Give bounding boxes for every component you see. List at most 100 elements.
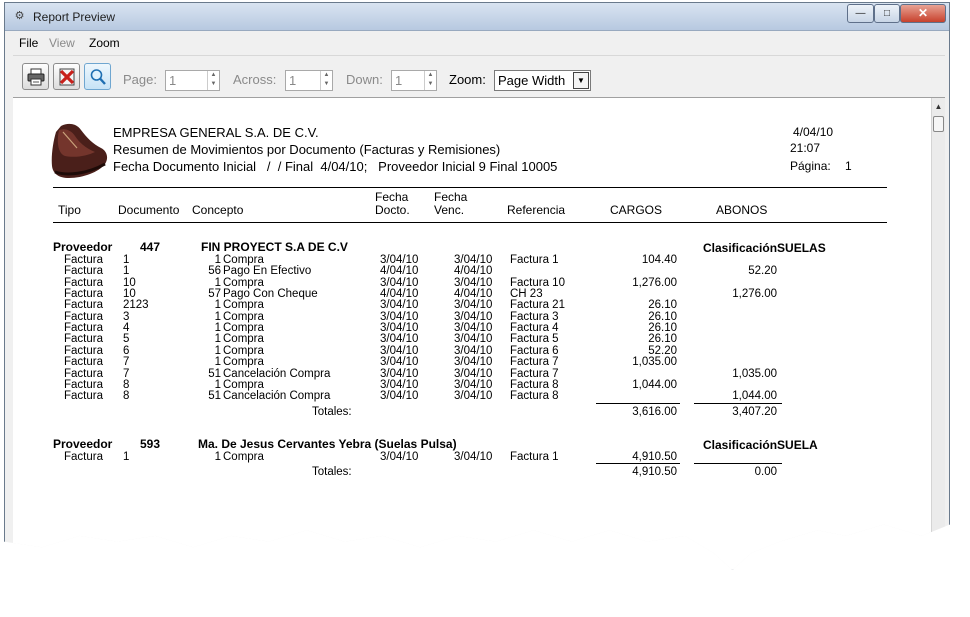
row-concepto: Compra <box>223 356 264 369</box>
row-abono: 1,035.00 <box>732 367 777 380</box>
row-concepto: Compra <box>223 254 264 266</box>
row-fecha-docto: 3/04/10 <box>380 390 419 403</box>
total-abonos: 3,407.20 <box>732 406 777 418</box>
row-tipo: Factura <box>64 451 103 463</box>
row-concepto-num: 1 <box>214 276 221 289</box>
menu-bar: File View Zoom <box>13 33 945 53</box>
col-fecha-docto-2: Docto. <box>375 203 410 217</box>
row-concepto: Cancelación Compra <box>223 390 331 403</box>
close-preview-button[interactable] <box>53 63 80 90</box>
provider-clasificacion: ClasificaciónSUELAS <box>703 241 826 255</box>
stepper-arrows-icon[interactable]: ▲ ▼ <box>207 71 219 90</box>
title-bar[interactable]: ⚙ Report Preview — □ ✕ <box>5 3 949 31</box>
row-fecha-docto: 3/04/10 <box>380 310 419 323</box>
provider-label: Proveedor <box>53 437 113 451</box>
row-fecha-venc: 3/04/10 <box>454 390 493 403</box>
row-fecha-docto: 3/04/10 <box>380 333 419 346</box>
report-time: 21:07 <box>790 141 821 155</box>
row-documento: 6 <box>123 344 130 357</box>
row-abono: 52.20 <box>748 265 777 278</box>
scroll-thumb[interactable] <box>933 116 944 132</box>
close-preview-icon <box>59 68 75 86</box>
report-page: EMPRESA GENERAL S.A. DE C.V. Resumen de … <box>13 98 931 570</box>
row-abono: 1,276.00 <box>732 288 777 301</box>
toolbar: Page: 1 ▲ ▼ Across: 1 ▲ ▼ Down: 1 ▲ ▼ Zoom:… <box>13 55 945 97</box>
down-stepper[interactable]: 1 ▲ ▼ <box>391 70 437 91</box>
row-fecha-venc: 3/04/10 <box>454 367 493 380</box>
row-referencia: Factura 4 <box>510 322 559 335</box>
row-concepto: Compra <box>223 299 264 312</box>
row-fecha-venc: 3/04/10 <box>454 299 493 312</box>
row-tipo: Factura <box>64 254 103 266</box>
row-cargo: 26.10 <box>648 310 677 323</box>
row-concepto: Compra <box>223 276 264 289</box>
total-cargos: 3,616.00 <box>632 406 677 418</box>
report-params: Fecha Documento Inicial / / Final 4/04/1… <box>113 159 558 174</box>
report-viewport: EMPRESA GENERAL S.A. DE C.V. Resumen de … <box>13 97 945 570</box>
find-icon <box>90 69 106 85</box>
menu-file[interactable]: File <box>19 36 38 50</box>
app-icon[interactable]: ⚙ <box>13 10 26 23</box>
row-documento: 3 <box>123 310 130 323</box>
page-stepper[interactable]: 1 ▲ ▼ <box>165 70 220 91</box>
row-concepto-num: 1 <box>214 322 221 335</box>
printer-icon <box>27 68 45 86</box>
provider-number: 593 <box>140 437 161 451</box>
row-concepto: Compra <box>223 378 264 391</box>
row-tipo: Factura <box>64 322 103 335</box>
provider-label: Proveedor <box>53 240 113 254</box>
row-referencia: Factura 5 <box>510 333 559 346</box>
row-tipo: Factura <box>64 367 103 380</box>
row-referencia: Factura 8 <box>510 390 559 403</box>
row-fecha-docto: 4/04/10 <box>380 265 419 278</box>
row-concepto: Compra <box>223 322 264 335</box>
row-concepto-num: 1 <box>214 451 221 463</box>
company-name: EMPRESA GENERAL S.A. DE C.V. <box>113 125 319 140</box>
provider-name: FIN PROYECT S.A DE C.V <box>201 240 348 254</box>
row-tipo: Factura <box>64 356 103 369</box>
find-button[interactable] <box>84 63 111 90</box>
maximize-button[interactable]: □ <box>874 4 900 23</box>
provider-clasificacion: ClasificaciónSUELA <box>703 438 818 452</box>
row-fecha-docto: 3/04/10 <box>380 367 419 380</box>
totals-rule-cargos <box>596 403 680 404</box>
zoom-select[interactable]: Page Width ▼ <box>494 70 591 91</box>
row-concepto-num: 1 <box>214 356 221 369</box>
page-number-label: Página: <box>790 159 831 173</box>
row-documento: 1 <box>123 254 130 266</box>
row-concepto: Compra <box>223 310 264 323</box>
row-referencia: Factura 1 <box>510 254 559 266</box>
row-concepto: Compra <box>223 333 264 346</box>
minimize-button[interactable]: — <box>847 4 874 23</box>
row-fecha-venc: 3/04/10 <box>454 333 493 346</box>
stepper-arrows-icon[interactable]: ▲ ▼ <box>320 71 332 90</box>
row-referencia: Factura 7 <box>510 356 559 369</box>
total-abonos: 0.00 <box>754 466 777 478</box>
chevron-down-icon[interactable]: ▼ <box>573 72 589 89</box>
col-cargos: CARGOS <box>610 203 663 217</box>
close-button[interactable]: ✕ <box>900 4 946 23</box>
scroll-up-icon[interactable]: ▲ <box>932 98 945 115</box>
row-documento: 7 <box>123 367 130 380</box>
row-cargo: 104.40 <box>641 254 677 266</box>
vertical-scrollbar[interactable]: ▲ <box>931 98 945 570</box>
row-concepto-num: 1 <box>214 299 221 312</box>
row-tipo: Factura <box>64 299 103 312</box>
row-documento: 10 <box>123 288 136 301</box>
stepper-arrows-icon[interactable]: ▲ ▼ <box>424 71 436 90</box>
report-subtitle: Resumen de Movimientos por Documento (Fa… <box>113 142 501 157</box>
totals-rule-abonos <box>694 463 782 464</box>
menu-view[interactable]: View <box>49 36 75 50</box>
row-documento: 10 <box>123 276 136 289</box>
row-fecha-docto: 3/04/10 <box>380 356 419 369</box>
row-fecha-venc: 3/04/10 <box>454 276 493 289</box>
totals-rule-abonos <box>694 403 782 404</box>
row-concepto-num: 51 <box>208 390 221 403</box>
row-concepto-num: 1 <box>214 333 221 346</box>
row-fecha-venc: 3/04/10 <box>454 322 493 335</box>
menu-zoom[interactable]: Zoom <box>89 36 120 50</box>
row-tipo: Factura <box>64 276 103 289</box>
row-referencia: CH 23 <box>510 288 543 301</box>
print-button[interactable] <box>22 63 49 90</box>
across-stepper[interactable]: 1 ▲ ▼ <box>285 70 333 91</box>
